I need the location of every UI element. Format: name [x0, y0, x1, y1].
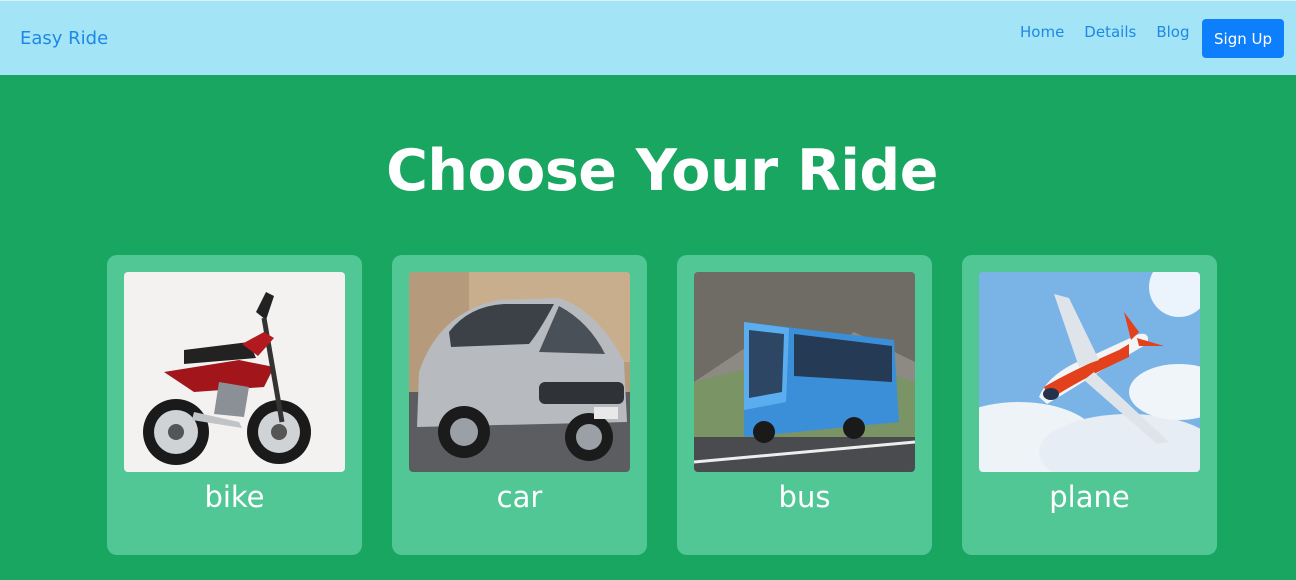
ride-card-car[interactable]: car — [392, 255, 647, 555]
bus-image — [694, 272, 915, 472]
plane-image — [979, 272, 1200, 472]
ride-label-car: car — [496, 480, 543, 514]
motorcycle-image — [124, 272, 345, 472]
sign-up-button[interactable]: Sign Up — [1202, 19, 1284, 58]
brand-link[interactable]: Easy Ride — [20, 28, 108, 49]
nav-link-home[interactable]: Home — [1020, 22, 1064, 42]
ride-card-plane[interactable]: plane — [962, 255, 1217, 555]
ride-card-bike[interactable]: bike — [107, 255, 362, 555]
ride-label-bike: bike — [204, 480, 265, 514]
page-title: Choose Your Ride — [386, 138, 938, 204]
nav-links: Home Details Blog — [1020, 22, 1189, 42]
nav-link-details[interactable]: Details — [1084, 22, 1136, 42]
ride-card-bus[interactable]: bus — [677, 255, 932, 555]
ride-label-plane: plane — [1049, 480, 1130, 514]
car-image — [409, 272, 630, 472]
nav-link-blog[interactable]: Blog — [1156, 22, 1189, 42]
ride-label-bus: bus — [778, 480, 831, 514]
navbar: Easy Ride Home Details Blog Sign Up — [0, 0, 1296, 75]
